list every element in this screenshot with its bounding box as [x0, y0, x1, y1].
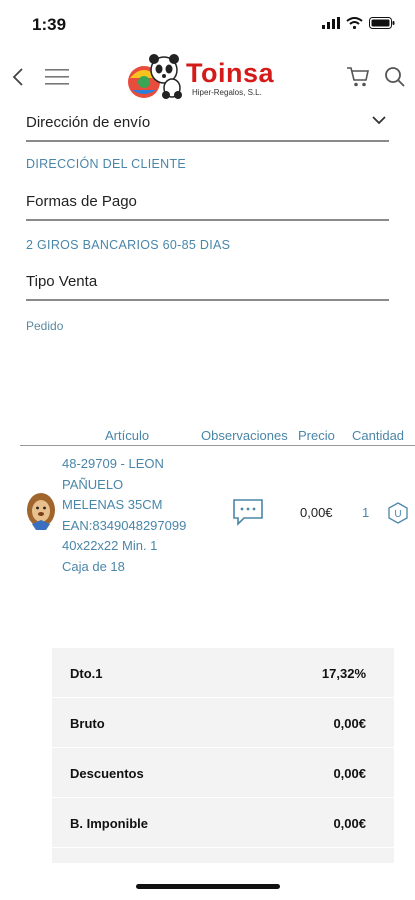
status-bar: 1:39 [0, 0, 415, 48]
wifi-icon [346, 17, 363, 29]
item-line: EAN:8349048297099 [62, 517, 187, 533]
item-line: PAÑUELO [62, 476, 124, 492]
column-price: Precio [298, 428, 335, 443]
status-icons [322, 17, 395, 29]
totals-label: B. Imponible [70, 816, 148, 831]
logo-subtitle: Hiper-Regalos, S.L. [192, 88, 262, 97]
totals-value: 0,00€ [333, 716, 366, 731]
totals-row: Descuentos 0,00€ [52, 748, 394, 798]
totals-label: Dto.1 [70, 666, 103, 681]
sale-type-field[interactable]: Tipo Venta [26, 261, 389, 301]
totals-panel: Dto.1 17,32% Bruto 0,00€ Descuentos 0,00… [52, 648, 394, 863]
back-arrow-icon[interactable] [8, 66, 30, 88]
product-thumbnail [27, 493, 55, 530]
item-line: MELENAS 35CM [62, 497, 163, 512]
payment-method-value: 2 GIROS BANCARIOS 60-85 DIAS [26, 238, 231, 252]
column-article: Artículo [105, 428, 150, 443]
payment-method-field[interactable]: Formas de Pago [26, 181, 389, 221]
totals-row: Dto.1 17,32% [52, 648, 394, 698]
sale-type-label: Tipo Venta [26, 273, 98, 290]
comment-icon[interactable] [232, 498, 264, 526]
item-line: 40x22x22 Min. 1 [62, 538, 158, 553]
totals-row: B. Imponible 0,00€ [52, 798, 394, 848]
item-line: Caja de 18 [62, 558, 125, 574]
chevron-down-icon[interactable] [371, 112, 387, 128]
shipping-address-select[interactable]: Dirección de envío [26, 102, 389, 142]
battery-icon [369, 17, 395, 29]
brand-logo: Toinsa Hiper-Regalos, S.L. [124, 52, 294, 100]
item-line: 48-29709 - LEON [62, 456, 164, 471]
totals-value: 17,32% [321, 666, 366, 681]
logo-title: Toinsa [186, 58, 275, 88]
totals-label: Bruto [70, 716, 105, 731]
totals-label: Descuentos [70, 766, 144, 781]
unit-badge-icon[interactable]: U [387, 502, 409, 524]
signal-icon [322, 17, 340, 29]
payment-method-label: Formas de Pago [26, 193, 137, 210]
hamburger-menu-icon[interactable] [45, 68, 69, 86]
item-price: 0,00€ [300, 505, 333, 520]
totals-row: Bruto 0,00€ [52, 698, 394, 748]
shipping-address-value: DIRECCIÓN DEL CLIENTE [26, 157, 187, 171]
status-time: 1:39 [32, 15, 67, 34]
column-observations: Observaciones [201, 428, 288, 443]
search-icon[interactable] [384, 66, 406, 88]
totals-value: 0,00€ [333, 766, 366, 781]
table-divider [20, 445, 415, 446]
column-quantity: Cantidad [352, 428, 405, 443]
table-row[interactable]: 48-29709 - LEON PAÑUELO MELENAS 35CM EAN… [0, 454, 415, 574]
panda-logo-icon [128, 54, 182, 99]
shipping-address-label: Dirección de envío [26, 114, 151, 131]
app-header: Toinsa Hiper-Regalos, S.L. [0, 50, 415, 104]
item-quantity[interactable]: 1 [362, 505, 369, 520]
item-description: 48-29709 - LEON PAÑUELO MELENAS 35CM EAN… [62, 454, 212, 577]
sale-type-value: Pedido [26, 319, 64, 333]
cart-icon[interactable] [346, 66, 370, 88]
home-indicator[interactable] [136, 884, 280, 889]
totals-value: 0,00€ [333, 816, 366, 831]
items-table-header: Artículo Observaciones Precio Cantidad [0, 428, 415, 446]
unit-badge-text: U [394, 509, 401, 520]
